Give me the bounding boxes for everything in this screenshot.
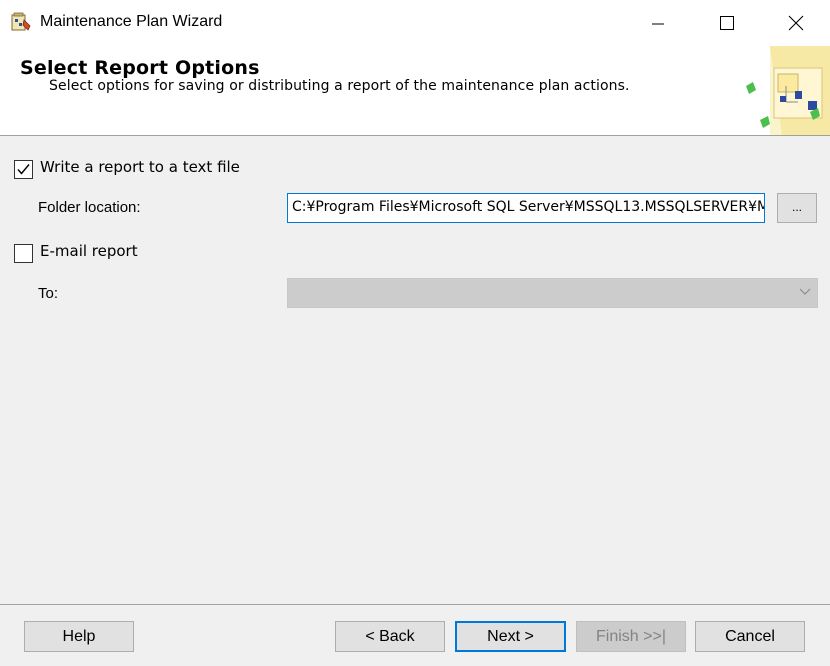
wizard-banner-icon — [740, 46, 830, 135]
footer-divider — [0, 604, 830, 605]
checkmark-icon — [17, 164, 30, 175]
folder-location-input[interactable]: C:¥Program Files¥Microsoft SQL Server¥MS… — [287, 193, 765, 223]
maximize-button[interactable] — [694, 0, 760, 46]
wizard-app-icon — [11, 12, 31, 32]
page-subtitle: Select options for saving or distributin… — [49, 78, 630, 94]
email-report-checkbox[interactable] — [14, 244, 33, 263]
wizard-header: Select Report Options Select options for… — [0, 46, 830, 136]
help-button[interactable]: Help — [24, 621, 134, 652]
minimize-button[interactable] — [625, 0, 691, 46]
page-title: Select Report Options — [20, 57, 260, 79]
back-button[interactable]: < Back — [335, 621, 445, 652]
to-label: To: — [38, 285, 59, 302]
minimize-icon — [652, 23, 664, 25]
cancel-button[interactable]: Cancel — [695, 621, 805, 652]
to-operator-dropdown[interactable] — [287, 278, 818, 308]
finish-button[interactable]: Finish >>| — [576, 621, 686, 652]
maximize-icon — [720, 16, 734, 30]
browse-folder-button[interactable]: ... — [777, 193, 817, 223]
write-report-label[interactable]: Write a report to a text file — [40, 158, 240, 176]
write-report-checkbox[interactable] — [14, 160, 33, 179]
close-button[interactable] — [763, 0, 829, 46]
folder-location-label: Folder location: — [38, 199, 141, 216]
email-report-label[interactable]: E-mail report — [40, 242, 138, 260]
close-icon — [788, 15, 804, 31]
next-button[interactable]: Next > — [455, 621, 566, 652]
window-title: Maintenance Plan Wizard — [40, 13, 223, 30]
chevron-down-icon — [799, 288, 811, 295]
title-bar: Maintenance Plan Wizard — [0, 0, 830, 46]
